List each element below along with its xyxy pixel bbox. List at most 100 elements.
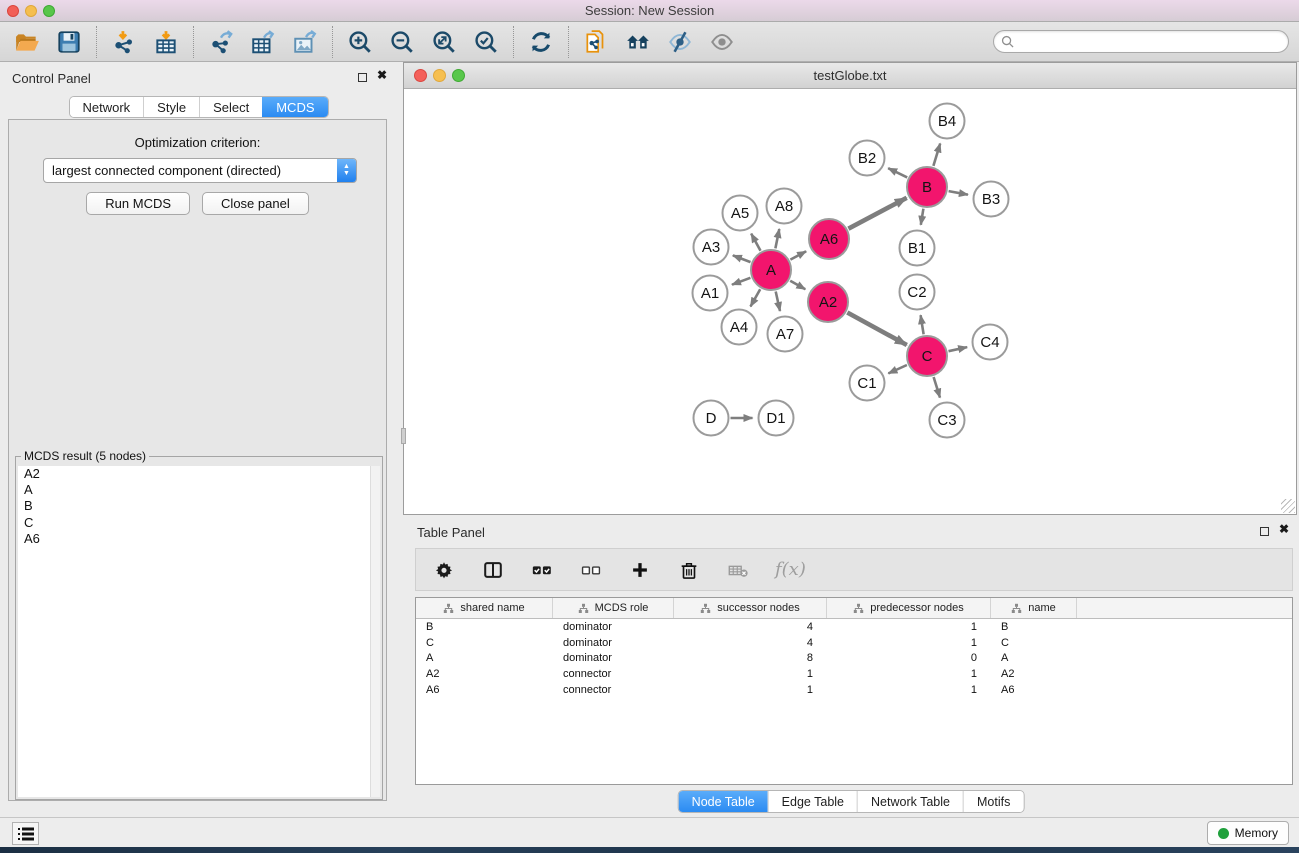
table-cell: connector	[553, 684, 674, 696]
float-panel-icon[interactable]	[358, 73, 367, 82]
column-header-MCDS-role[interactable]: MCDS role	[553, 598, 674, 618]
edge-C-C3[interactable]	[934, 377, 940, 398]
table-cell: 4	[674, 637, 827, 649]
search-field[interactable]	[993, 30, 1289, 53]
edge-B-B1[interactable]	[921, 209, 924, 225]
tab-network-table[interactable]: Network Table	[857, 791, 963, 812]
edge-C-C2[interactable]	[921, 315, 924, 334]
edge-A-A2[interactable]	[790, 281, 805, 290]
table-row[interactable]: Cdominator41C	[416, 635, 1292, 651]
edge-A-A5[interactable]	[751, 234, 760, 251]
table-cell: 0	[827, 652, 991, 664]
zoom-out-icon[interactable]	[389, 29, 415, 55]
add-column-icon[interactable]	[628, 558, 652, 582]
edge-A2-C[interactable]	[847, 313, 907, 346]
node-label-B3: B3	[982, 191, 1000, 208]
edge-A-A4[interactable]	[751, 289, 761, 306]
result-list-item[interactable]: A	[18, 482, 370, 498]
edge-C-C4[interactable]	[949, 347, 968, 351]
group-nodes-icon[interactable]	[625, 29, 651, 55]
zoom-selected-icon[interactable]	[473, 29, 499, 55]
edge-C-C1[interactable]	[888, 365, 907, 373]
memory-status-icon	[1218, 828, 1229, 839]
close-panel-button[interactable]: Close panel	[202, 192, 309, 215]
edge-A-A8[interactable]	[775, 229, 779, 248]
export-network-icon[interactable]	[208, 29, 234, 55]
optimization-criterion-label: Optimization criterion:	[9, 135, 386, 150]
column-header-successor-nodes[interactable]: successor nodes	[674, 598, 827, 618]
tab-style[interactable]: Style	[143, 97, 199, 117]
window-resize-grip[interactable]	[1281, 499, 1295, 513]
table-cell: dominator	[553, 621, 674, 633]
table-row[interactable]: Adominator80A	[416, 651, 1292, 667]
export-image-icon[interactable]	[292, 29, 318, 55]
select-all-checks-icon[interactable]	[530, 558, 554, 582]
function-builder-label[interactable]: f(x)	[775, 559, 806, 580]
network-window-titlebar[interactable]: testGlobe.txt	[404, 63, 1296, 89]
result-list-item[interactable]: A6	[18, 531, 370, 547]
import-network-icon[interactable]	[111, 29, 137, 55]
export-table-icon[interactable]	[250, 29, 276, 55]
result-list-item[interactable]: C	[18, 515, 370, 531]
zoom-in-icon[interactable]	[347, 29, 373, 55]
edge-B-B2[interactable]	[888, 168, 907, 177]
memory-button[interactable]: Memory	[1207, 821, 1289, 845]
column-header-label: successor nodes	[717, 602, 800, 614]
run-mcds-button[interactable]: Run MCDS	[86, 192, 190, 215]
column-header-label: name	[1028, 602, 1056, 614]
column-header-shared-name[interactable]: shared name	[416, 598, 553, 618]
close-table-panel-icon[interactable]: ✖	[1279, 522, 1289, 536]
float-table-panel-icon[interactable]	[1260, 527, 1269, 536]
tab-node-table[interactable]: Node Table	[679, 791, 768, 812]
tab-select[interactable]: Select	[199, 97, 262, 117]
tab-network[interactable]: Network	[69, 97, 143, 117]
show-columns-icon[interactable]	[481, 558, 505, 582]
search-input[interactable]	[1014, 35, 1281, 49]
task-history-button[interactable]	[12, 822, 39, 845]
open-session-icon[interactable]	[14, 29, 40, 55]
save-session-icon[interactable]	[56, 29, 82, 55]
control-panel: Control Panel ✖ NetworkStyleSelectMCDS O…	[0, 62, 397, 815]
node-label-D: D	[706, 410, 717, 427]
node-label-B4: B4	[938, 113, 956, 130]
deselect-all-checks-icon[interactable]	[579, 558, 603, 582]
delete-table-icon[interactable]	[726, 558, 750, 582]
new-network-icon[interactable]	[583, 29, 609, 55]
result-list-item[interactable]: B	[18, 498, 370, 514]
column-header-name[interactable]: name	[991, 598, 1077, 618]
zoom-fit-icon[interactable]	[431, 29, 457, 55]
import-table-icon[interactable]	[153, 29, 179, 55]
table-row[interactable]: Bdominator41B	[416, 619, 1292, 635]
delete-column-trash-icon[interactable]	[677, 558, 701, 582]
result-list-item[interactable]: A2	[18, 466, 370, 482]
refresh-icon[interactable]	[528, 29, 554, 55]
result-list-scrollbar[interactable]	[370, 466, 380, 797]
edge-A-A1[interactable]	[732, 278, 750, 285]
hide-selected-eye-icon[interactable]	[667, 29, 693, 55]
show-all-eye-icon[interactable]	[709, 29, 735, 55]
node-label-B: B	[922, 179, 932, 196]
tab-mcds[interactable]: MCDS	[262, 97, 327, 117]
tab-motifs[interactable]: Motifs	[963, 791, 1023, 812]
table-row[interactable]: A6connector11A6	[416, 682, 1292, 698]
edge-B-B3[interactable]	[949, 191, 968, 195]
criterion-select[interactable]: largest connected component (directed) ▲…	[43, 158, 357, 183]
edge-A-A3[interactable]	[733, 255, 751, 262]
column-header-predecessor-nodes[interactable]: predecessor nodes	[827, 598, 991, 618]
mcds-panel: Optimization criterion: largest connecte…	[8, 119, 387, 801]
main-toolbar	[0, 22, 1299, 62]
panel-divider-handle[interactable]	[401, 428, 406, 444]
table-options-gear-icon[interactable]	[432, 558, 456, 582]
tab-edge-table[interactable]: Edge Table	[768, 791, 857, 812]
node-label-C2: C2	[907, 284, 926, 301]
edge-A-A7[interactable]	[776, 292, 780, 312]
table-row[interactable]: A2connector11A2	[416, 666, 1292, 682]
table-cell: A6	[416, 684, 553, 696]
edge-B-B4[interactable]	[933, 144, 940, 166]
network-canvas[interactable]: AA1A2A3A4A5A6A7A8BB1B2B3B4CC1C2C3C4DD1	[404, 89, 1296, 514]
network-window-title: testGlobe.txt	[404, 68, 1296, 83]
edge-A-A6[interactable]	[790, 251, 806, 259]
edge-A6-B[interactable]	[848, 198, 906, 229]
close-panel-icon[interactable]: ✖	[377, 68, 387, 82]
node-table-body: Bdominator41BCdominator41CAdominator80AA…	[416, 619, 1292, 698]
